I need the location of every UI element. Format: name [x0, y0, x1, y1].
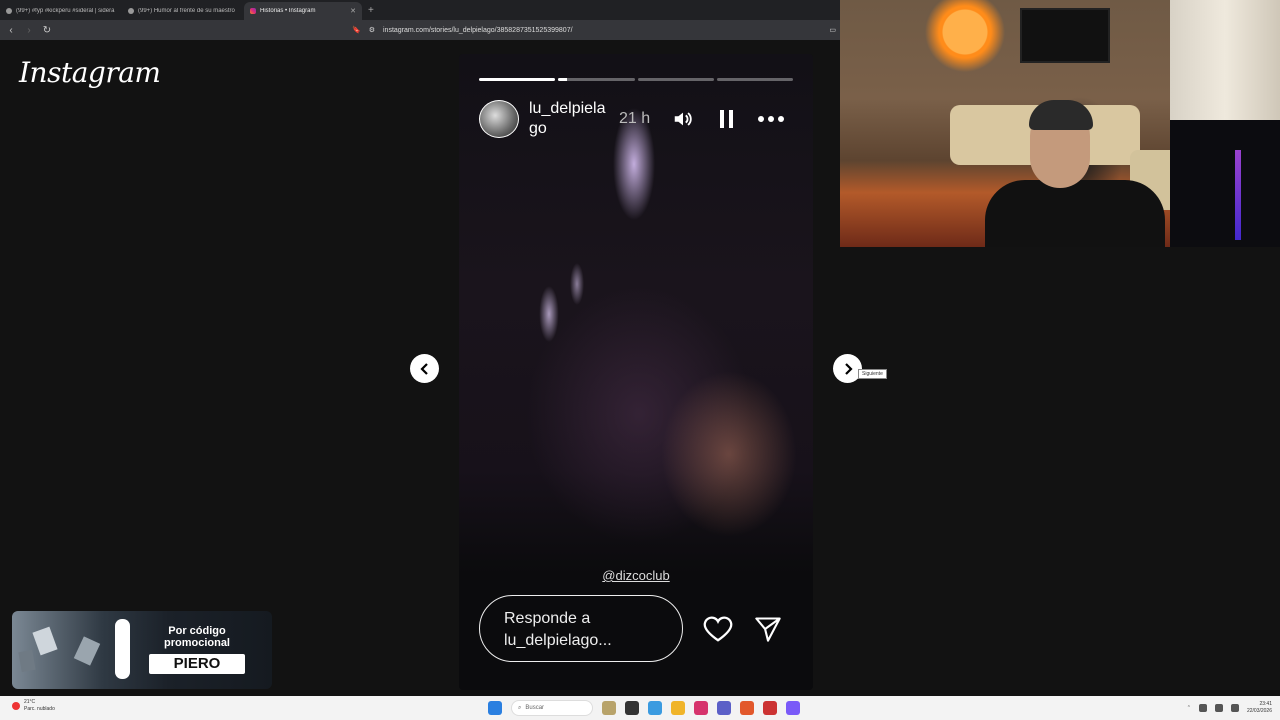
widget-icon[interactable]: [602, 701, 616, 715]
address-bar-row: ‹ › ↻ 🔖 ⚙ instagram.com/stories/lu_delpi…: [0, 20, 840, 40]
like-heart-icon[interactable]: [701, 612, 735, 646]
teams-icon[interactable]: [717, 701, 731, 715]
tab-label: Historias • Instagram: [260, 8, 316, 14]
clock[interactable]: 23:41 22/03/2026: [1247, 701, 1272, 715]
promo-title: Por código promocional: [163, 625, 230, 649]
cast-icon[interactable]: ▭: [829, 26, 836, 34]
pause-icon[interactable]: [707, 99, 747, 139]
reload-icon[interactable]: ↻: [42, 25, 52, 36]
forward-icon[interactable]: ›: [24, 25, 34, 36]
previous-story-button[interactable]: [410, 354, 439, 383]
site-info-icon[interactable]: ⚙: [369, 26, 375, 34]
weather-temp: 21°C: [24, 699, 36, 705]
tab-instagram-stories[interactable]: Historias • Instagram ✕: [244, 2, 362, 20]
webcam-tv: [1020, 8, 1110, 63]
tab-label: (99+) Humor al frente de su maestro: [138, 8, 235, 14]
copilot-icon[interactable]: [648, 701, 662, 715]
cards-graphic: [18, 626, 101, 673]
chevron-up-icon[interactable]: ⌃: [1187, 705, 1191, 711]
next-tooltip: Siguiente: [858, 369, 887, 379]
clock-time: 23:41: [1259, 701, 1272, 707]
promo-code: PIERO: [149, 654, 245, 674]
task-view-icon[interactable]: [625, 701, 639, 715]
streamer-body: [985, 180, 1165, 247]
system-tray: ⌃ 23:41 22/03/2026: [1187, 698, 1272, 718]
network-icon[interactable]: [1198, 704, 1207, 712]
story-username[interactable]: lu_delpielago: [529, 99, 609, 139]
progress-fill: [479, 78, 556, 81]
instagram-logo[interactable]: Instagram: [19, 56, 161, 89]
start-icon[interactable]: [488, 701, 502, 715]
brave-icon[interactable]: [740, 701, 754, 715]
tab-label: (99+) #fyp #kickperu #sideral | sidera: [16, 8, 115, 14]
promo-banner: Por código promocional PIERO: [12, 611, 272, 689]
browser-tab-bar: (99+) #fyp #kickperu #sideral | sidera (…: [0, 0, 840, 20]
taskbar-search[interactable]: ⌕ Buscar: [511, 700, 593, 716]
story-viewer[interactable]: lu_delpielago 21 h @dizcoclub Responde a…: [459, 54, 813, 690]
tab-tiktok-2[interactable]: (99+) Humor al frente de su maestro: [122, 2, 244, 20]
avatar[interactable]: [479, 100, 519, 138]
screen: (99+) #fyp #kickperu #sideral | sidera (…: [0, 0, 1280, 720]
share-send-icon[interactable]: [751, 612, 785, 646]
weather-widget[interactable]: 21°C Parc. nublado: [12, 699, 55, 713]
search-placeholder: Buscar: [525, 705, 545, 711]
webcam-window: [1170, 0, 1280, 140]
back-icon[interactable]: ‹: [6, 25, 16, 36]
app-icon[interactable]: [694, 701, 708, 715]
webcam-overlay: [840, 0, 1280, 247]
volume-icon[interactable]: [663, 99, 703, 139]
tiktok-icon: [128, 8, 134, 14]
windows-taskbar: 21°C Parc. nublado ⌕ Buscar ⌃ 23:41 22/0…: [0, 696, 1280, 720]
weather-icon: [12, 702, 20, 710]
streamer-cap: [1029, 100, 1093, 130]
search-icon: ⌕: [518, 704, 522, 711]
omnibox[interactable]: 🔖 ⚙ instagram.com/stories/lu_delpielago/…: [352, 22, 836, 38]
streamer: [985, 100, 1165, 247]
url-text[interactable]: instagram.com/stories/lu_delpielago/3858…: [383, 27, 573, 34]
reply-input[interactable]: Responde a lu_delpielago...: [479, 595, 683, 662]
webcam-shelf: [1170, 120, 1280, 247]
progress-segment: [637, 78, 714, 81]
progress-segment: [558, 78, 635, 81]
webcam-rgb-light: [1235, 150, 1241, 240]
more-options-icon[interactable]: [751, 99, 791, 139]
instagram-icon: [250, 8, 256, 14]
story-progress: [479, 78, 793, 81]
story-header: lu_delpielago 21 h: [479, 98, 793, 140]
mention-link[interactable]: @dizcoclub: [459, 568, 813, 583]
taskbar-apps: ⌕ Buscar: [488, 698, 800, 718]
file-explorer-icon[interactable]: [671, 701, 685, 715]
bookmark-icon[interactable]: 🔖: [352, 26, 361, 34]
weather-desc: Parc. nublado: [24, 706, 55, 712]
progress-fill: [558, 78, 568, 81]
story-time: 21 h: [619, 110, 651, 127]
battery-icon[interactable]: [1230, 704, 1239, 712]
new-tab-button[interactable]: +: [362, 2, 380, 20]
tiktok-icon: [6, 8, 12, 14]
progress-segment: [479, 78, 556, 81]
clock-date: 22/03/2026: [1246, 708, 1272, 714]
tab-tiktok-1[interactable]: (99+) #fyp #kickperu #sideral | sidera: [0, 2, 122, 20]
chrome-icon[interactable]: [763, 701, 777, 715]
close-tab-icon[interactable]: ✕: [350, 7, 356, 15]
chevron-left-icon: [419, 362, 428, 375]
promo-divider: [115, 619, 130, 679]
discord-icon[interactable]: [786, 701, 800, 715]
progress-segment: [716, 78, 793, 81]
volume-tray-icon[interactable]: [1214, 704, 1223, 712]
chevron-right-icon: [844, 362, 853, 375]
